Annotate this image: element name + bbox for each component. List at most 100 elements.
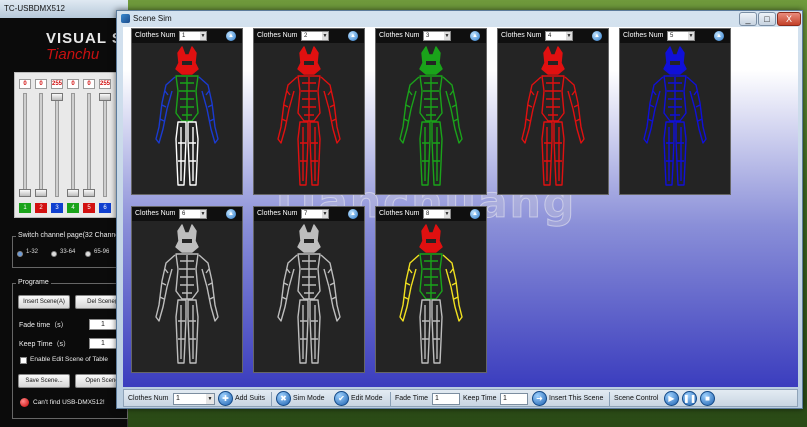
clothes-num-label: Clothes Num <box>135 210 176 217</box>
figure-head <box>175 46 199 75</box>
suit-panel: Clothes Num 8 ▼ ▲ <box>375 206 487 373</box>
fader-knob[interactable] <box>83 189 95 197</box>
fader-bank: 0 1 0 2 255 3 0 4 0 5 255 6 <box>14 72 128 218</box>
enable-edit-checkbox[interactable] <box>20 357 27 364</box>
upload-icon[interactable]: ▲ <box>348 209 358 219</box>
fader-4[interactable]: 0 4 <box>67 79 79 215</box>
fader-2[interactable]: 0 2 <box>35 79 47 215</box>
upload-icon[interactable]: ▲ <box>226 209 236 219</box>
fader-number: 5 <box>83 203 95 213</box>
fader-6[interactable]: 255 6 <box>99 79 111 215</box>
radio-channel-65-96[interactable] <box>85 251 91 257</box>
suit-figure <box>521 46 585 186</box>
suit-figure <box>277 46 341 186</box>
clothes-num-select[interactable]: 2 ▼ <box>301 31 329 41</box>
pause-icon[interactable]: ❚❚ <box>682 391 697 406</box>
maximize-button[interactable]: □ <box>758 12 776 26</box>
upload-icon[interactable]: ▲ <box>226 31 236 41</box>
fader-track[interactable] <box>103 93 107 197</box>
upload-icon[interactable]: ▲ <box>470 31 480 41</box>
sim-mode-icon[interactable]: ✖ <box>276 391 291 406</box>
figure-legs <box>541 121 565 186</box>
suit-panel: Clothes Num 1 ▼ ▲ <box>131 28 243 195</box>
fader-3[interactable]: 255 3 <box>51 79 63 215</box>
fader-track[interactable] <box>39 93 43 197</box>
radio-channel-1-32[interactable] <box>17 251 23 257</box>
clothes-num-select[interactable]: 1 ▼ <box>173 393 215 405</box>
radio-channel-33-64[interactable] <box>51 251 57 257</box>
clothes-num-select[interactable]: 8 ▼ <box>423 209 451 219</box>
keep-time-input[interactable]: 1 <box>89 338 117 349</box>
clothes-num-value: 8 <box>426 211 430 217</box>
fade-time-input[interactable]: 1 <box>432 393 460 405</box>
fader-track[interactable] <box>23 93 27 197</box>
fade-time-label: Fade Time <box>395 395 429 402</box>
figure-torso <box>663 75 687 122</box>
edit-mode-button[interactable]: Edit Mode <box>351 394 383 403</box>
figure-torso <box>419 253 443 300</box>
clothes-num-select[interactable]: 6 ▼ <box>179 209 207 219</box>
fader-value: 0 <box>67 79 79 89</box>
sim-mode-button[interactable]: Sim Mode <box>293 394 325 403</box>
close-button[interactable]: X <box>777 12 801 26</box>
fade-time-input[interactable]: 1 <box>89 319 117 330</box>
clothes-num-label: Clothes Num <box>379 210 420 217</box>
clothes-num-select[interactable]: 7 ▼ <box>301 209 329 219</box>
suit-panel: Clothes Num 6 ▼ ▲ <box>131 206 243 373</box>
chevron-down-icon: ▼ <box>444 32 450 40</box>
suit-panel: Clothes Num 3 ▼ ▲ <box>375 28 487 195</box>
fader-value: 0 <box>35 79 47 89</box>
arrow-right-icon[interactable]: ➜ <box>532 391 547 406</box>
fader-track[interactable] <box>87 93 91 197</box>
insert-scene-button[interactable]: Insert Scene(A) <box>18 295 70 309</box>
stop-icon[interactable]: ■ <box>700 391 715 406</box>
chevron-down-icon: ▼ <box>322 210 328 218</box>
fader-knob[interactable] <box>19 189 31 197</box>
figure-legs <box>663 121 687 186</box>
fader-knob[interactable] <box>35 189 47 197</box>
fader-track[interactable] <box>71 93 75 197</box>
clothes-num-label: Clothes Num <box>379 32 420 39</box>
fader-knob[interactable] <box>99 93 111 101</box>
insert-this-scene-button[interactable]: Insert This Scene <box>549 394 603 403</box>
add-suits-button[interactable]: Add Suits <box>235 394 265 403</box>
upload-icon[interactable]: ▲ <box>348 31 358 41</box>
programe-title: Programe <box>16 279 51 286</box>
fader-knob[interactable] <box>51 93 63 101</box>
save-scene-button[interactable]: Save Scene... <box>18 374 70 388</box>
clothes-num-label: Clothes Num <box>135 32 176 39</box>
scene-sim-window: Scene Sim _ □ X Tianchuang Clothes Num 1… <box>116 10 803 409</box>
status-led-icon <box>20 398 29 407</box>
clothes-num-select[interactable]: 4 ▼ <box>545 31 573 41</box>
scene-control-label: Scene Control <box>614 395 659 402</box>
figure-torso <box>175 75 199 122</box>
upload-icon[interactable]: ▲ <box>714 31 724 41</box>
clothes-num-value: 6 <box>182 211 186 217</box>
suit-panel: Clothes Num 5 ▼ ▲ <box>619 28 731 195</box>
fader-1[interactable]: 0 1 <box>19 79 31 215</box>
clothes-num-value: 2 <box>304 33 308 39</box>
fader-knob[interactable] <box>67 189 79 197</box>
clothes-num-select[interactable]: 1 ▼ <box>179 31 207 41</box>
fader-track[interactable] <box>55 93 59 197</box>
figure-head <box>419 46 443 75</box>
clothes-num-select[interactable]: 3 ▼ <box>423 31 451 41</box>
fader-5[interactable]: 0 5 <box>83 79 95 215</box>
figure-torso <box>175 253 199 300</box>
upload-icon[interactable]: ▲ <box>470 209 480 219</box>
app-icon <box>121 14 130 23</box>
minimize-button[interactable]: _ <box>739 12 757 26</box>
clothes-num-select[interactable]: 5 ▼ <box>667 31 695 41</box>
figure-torso <box>297 75 321 122</box>
check-icon[interactable]: ✔ <box>334 391 349 406</box>
scene-toolbar: Clothes Num 1 ▼ ✚ Add Suits ✖ Sim Mode ✔… <box>123 389 798 407</box>
radio-label: 1-32 <box>26 249 39 255</box>
chevron-down-icon: ▼ <box>200 210 206 218</box>
play-icon[interactable]: ▶ <box>664 391 679 406</box>
chevron-down-icon: ▼ <box>200 32 206 40</box>
keep-time-label: Keep Time（s） <box>19 341 70 348</box>
scene-canvas: Tianchuang Clothes Num 1 ▼ ▲ Clothes Num… <box>123 27 798 387</box>
add-icon[interactable]: ✚ <box>218 391 233 406</box>
upload-icon[interactable]: ▲ <box>592 31 602 41</box>
keep-time-input[interactable]: 1 <box>500 393 528 405</box>
